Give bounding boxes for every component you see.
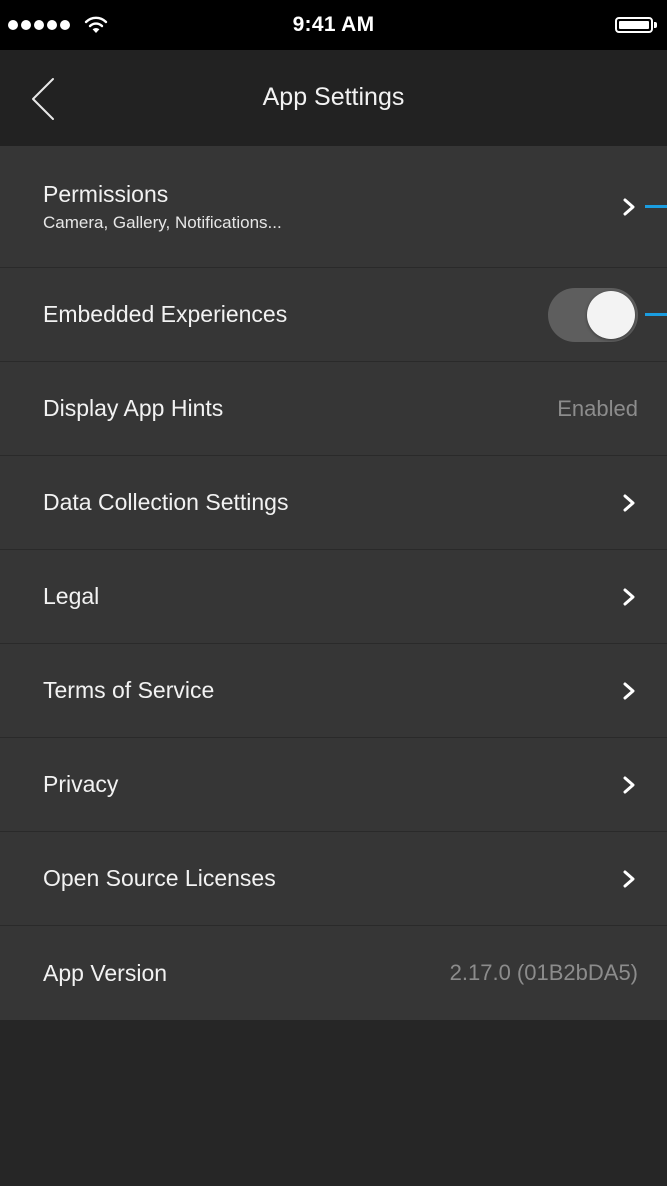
settings-row-privacy[interactable]: Privacy (0, 738, 667, 832)
settings-row-data-collection[interactable]: Data Collection Settings (0, 456, 667, 550)
chevron-right-icon (621, 493, 637, 513)
page-title: App Settings (262, 83, 405, 111)
row-label: Display App Hints (43, 395, 224, 421)
toggle-knob (587, 290, 635, 339)
annotation-marker (645, 205, 667, 208)
row-label: App Version (43, 959, 168, 986)
settings-row-open-source-licenses[interactable]: Open Source Licenses (0, 832, 667, 926)
row-label: Permissions (43, 180, 169, 207)
row-value: Enabled (557, 395, 638, 421)
embedded-experiences-toggle[interactable] (548, 287, 638, 342)
settings-row-app-version: App Version 2.17.0 (01B2bDA5) (0, 926, 667, 1020)
row-label: Open Source Licenses (43, 865, 276, 891)
row-label: Embedded Experiences (43, 301, 288, 327)
row-label: Data Collection Settings (43, 489, 289, 515)
settings-row-display-app-hints[interactable]: Display App Hints Enabled (0, 362, 667, 456)
chevron-right-icon (621, 869, 637, 889)
row-label: Terms of Service (43, 677, 215, 703)
status-bar: 9:41 AM (0, 0, 667, 50)
wifi-icon (84, 16, 108, 33)
app-version-value: 2.17.0 (01B2bDA5) (449, 960, 638, 985)
chevron-right-icon (621, 681, 637, 701)
settings-row-legal[interactable]: Legal (0, 550, 667, 644)
settings-row-terms-of-service[interactable]: Terms of Service (0, 644, 667, 738)
annotation-marker (645, 313, 667, 316)
chevron-right-icon (621, 587, 637, 607)
chevron-right-icon (621, 197, 637, 217)
battery-full-icon (615, 17, 657, 33)
row-label: Privacy (43, 771, 119, 797)
nav-bar: App Settings (0, 50, 667, 146)
signal-dots-icon (8, 20, 70, 30)
settings-row-permissions[interactable]: Permissions Camera, Gallery, Notificatio… (0, 146, 667, 268)
settings-row-embedded-experiences: Embedded Experiences (0, 268, 667, 362)
row-sublabel: Camera, Gallery, Notifications... (43, 212, 282, 232)
settings-list: Permissions Camera, Gallery, Notificatio… (0, 146, 667, 1020)
row-label: Legal (43, 583, 100, 609)
chevron-right-icon (621, 775, 637, 795)
